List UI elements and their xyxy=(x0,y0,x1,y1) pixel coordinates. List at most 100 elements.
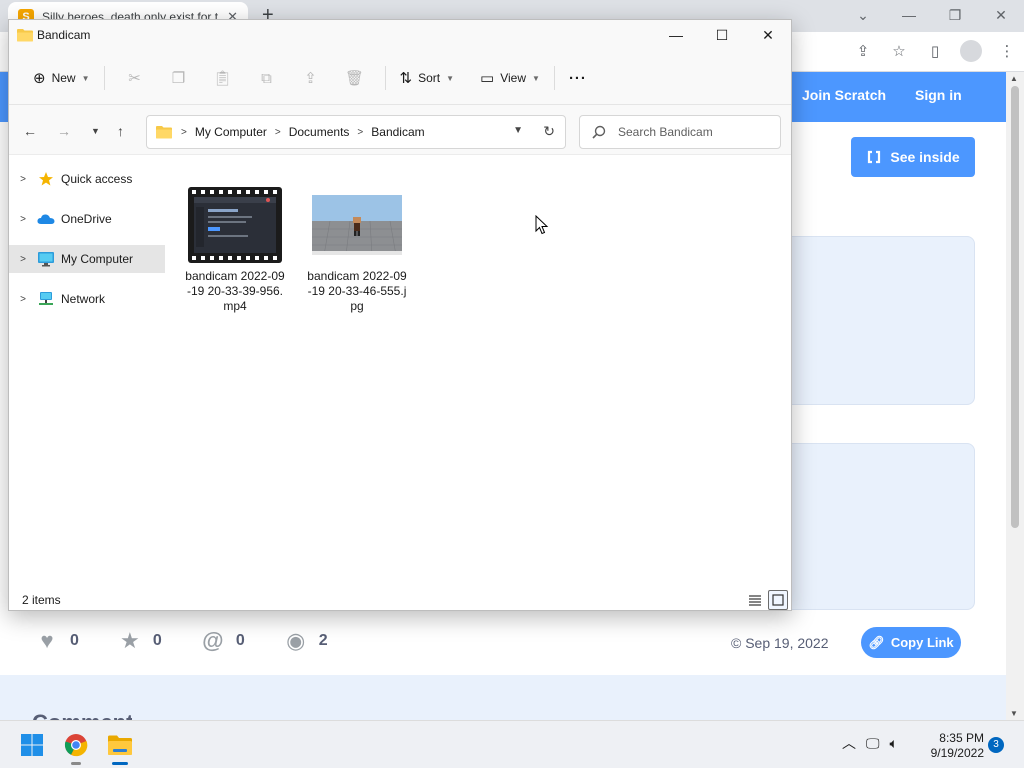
expand-chevron-icon[interactable]: > xyxy=(9,214,37,225)
folder-icon xyxy=(156,126,172,139)
share-icon: ⇪ xyxy=(304,70,317,87)
favorite-stat[interactable]: ★ 0 xyxy=(119,628,162,653)
view-button[interactable]: ▭ View ▼ xyxy=(474,62,546,94)
sort-label: Sort xyxy=(418,71,441,85)
search-input[interactable]: Search Bandicam xyxy=(579,115,781,149)
file-name: bandicam 2022-09-19 20-33-39-956.mp4 xyxy=(185,269,285,313)
browser-minimize-button[interactable]: — xyxy=(886,0,932,30)
new-button[interactable]: ⊕ New ▼ xyxy=(27,62,96,94)
active-indicator xyxy=(112,762,128,765)
browser-restore-button[interactable]: ❐ xyxy=(932,0,978,30)
heart-icon: ♥ xyxy=(40,628,54,653)
bookmark-star-icon[interactable]: ☆ xyxy=(888,40,910,62)
nav-item-my-computer[interactable]: > My Computer xyxy=(9,245,165,273)
notification-badge[interactable]: 3 xyxy=(988,737,1004,753)
image-thumbnail xyxy=(312,195,402,256)
system-clock[interactable]: 8:35 PM 9/19/2022 xyxy=(920,731,984,761)
start-button[interactable] xyxy=(16,729,48,761)
ellipsis-icon: ··· xyxy=(568,69,587,87)
clock-date: 9/19/2022 xyxy=(930,746,984,760)
share-icon[interactable]: ⇪ xyxy=(852,40,874,62)
page-scrollbar[interactable]: ▲ ▼ xyxy=(1006,72,1024,720)
scroll-up-arrow-icon[interactable]: ▲ xyxy=(1010,74,1018,83)
breadcrumb-my-computer[interactable]: My Computer xyxy=(195,125,267,139)
sort-button[interactable]: ⇅ Sort ▼ xyxy=(394,62,461,94)
copy-button[interactable]: ❐ xyxy=(157,62,201,94)
cut-button[interactable]: ✂ xyxy=(113,62,157,94)
windows-logo-icon xyxy=(21,734,43,756)
tab-search-icon[interactable]: ⌄ xyxy=(840,0,886,30)
breadcrumb-separator-icon[interactable]: > xyxy=(357,127,363,138)
profile-avatar[interactable] xyxy=(960,40,982,62)
browser-window-controls: ⌄ — ❐ ✕ xyxy=(840,0,1024,30)
forward-arrow-icon[interactable]: → xyxy=(57,123,71,139)
share-button[interactable]: ⇪ xyxy=(289,62,333,94)
up-arrow-icon[interactable]: ↑ xyxy=(117,123,124,139)
back-arrow-icon[interactable]: ← xyxy=(23,123,37,139)
taskbar-chrome-button[interactable] xyxy=(60,729,92,765)
search-icon xyxy=(592,125,606,139)
clipboard-icon: 📋︎ xyxy=(212,70,233,87)
volume-icon[interactable]: 🔈︎ xyxy=(890,735,898,752)
rename-button[interactable]: ⧉ xyxy=(245,62,289,94)
recent-locations-chevron-icon[interactable]: ▼ xyxy=(91,126,100,136)
remix-icon: @ xyxy=(202,628,224,653)
side-panel-icon[interactable]: ▯ xyxy=(924,40,946,62)
file-explorer-window: Bandicam — ☐ ✕ ⊕ New ▼ ✂ ❐ 📋︎ ⧉ ⇪ 🗑︎ ⇅ S… xyxy=(8,19,792,611)
scroll-down-arrow-icon[interactable]: ▼ xyxy=(1010,709,1018,718)
more-options-button[interactable]: ··· xyxy=(563,62,593,94)
file-name: bandicam 2022-09-19 20-33-46-555.jpg xyxy=(307,269,407,313)
status-bar: 2 items xyxy=(9,590,791,610)
breadcrumb-documents[interactable]: Documents xyxy=(289,125,350,139)
breadcrumb-separator-icon[interactable]: > xyxy=(275,127,281,138)
explorer-close-button[interactable]: ✕ xyxy=(745,20,791,50)
paste-button[interactable]: 📋︎ xyxy=(201,62,245,94)
scrollbar-thumb[interactable] xyxy=(1011,86,1019,528)
join-scratch-link[interactable]: Join Scratch xyxy=(802,87,886,103)
new-label: New xyxy=(51,71,76,85)
nav-item-network[interactable]: > Network xyxy=(9,285,165,313)
network-status-icon[interactable]: 🖵︎ xyxy=(866,735,880,752)
expand-chevron-icon[interactable]: > xyxy=(9,254,37,265)
notes-panel xyxy=(780,443,975,610)
delete-button[interactable]: 🗑︎ xyxy=(333,62,377,94)
chrome-icon xyxy=(64,734,88,757)
file-item-video[interactable]: bandicam 2022-09-19 20-33-39-956.mp4 xyxy=(185,187,285,314)
see-inside-button[interactable]: See inside xyxy=(851,137,975,177)
sign-in-link[interactable]: Sign in xyxy=(915,87,962,103)
expand-chevron-icon[interactable]: > xyxy=(9,174,37,185)
explorer-title-bar[interactable]: Bandicam — ☐ ✕ xyxy=(9,20,791,50)
details-view-icon xyxy=(749,595,761,606)
large-icons-view-button[interactable] xyxy=(768,590,788,610)
taskbar: ︿ 🖵︎ 🔈︎ 8:35 PM 9/19/2022 3 xyxy=(0,720,1024,768)
address-history-chevron-icon[interactable]: ▼ xyxy=(513,125,523,136)
comments-heading-clipped: Comments xyxy=(32,712,132,720)
show-hidden-icons-chevron-icon[interactable]: ︿ xyxy=(842,733,856,753)
browser-menu-icon[interactable]: ⋮ xyxy=(996,40,1018,62)
refresh-icon[interactable]: ↻ xyxy=(543,123,555,140)
love-stat[interactable]: ♥ 0 xyxy=(36,628,78,653)
nav-label: Network xyxy=(61,292,106,306)
breadcrumb-separator-icon[interactable]: > xyxy=(181,127,187,138)
address-bar[interactable]: > My Computer > Documents > Bandicam ▼ ↻ xyxy=(146,115,566,149)
details-view-button[interactable] xyxy=(745,590,765,610)
explorer-maximize-button[interactable]: ☐ xyxy=(699,20,745,50)
explorer-minimize-button[interactable]: — xyxy=(653,20,699,50)
browser-close-button[interactable]: ✕ xyxy=(978,0,1024,30)
breadcrumb-bandicam[interactable]: Bandicam xyxy=(371,125,424,139)
command-divider xyxy=(553,66,555,90)
copy-link-button[interactable]: 🔗︎ Copy Link xyxy=(861,627,961,658)
file-explorer-icon xyxy=(108,735,132,755)
nav-item-quick-access[interactable]: > Quick access xyxy=(9,165,165,193)
views-count: 2 xyxy=(318,632,328,649)
computer-icon xyxy=(37,251,55,267)
taskbar-explorer-button[interactable] xyxy=(104,729,136,765)
copy-icon: ❐ xyxy=(171,70,186,87)
expand-chevron-icon[interactable]: > xyxy=(9,294,37,305)
nav-item-onedrive[interactable]: > OneDrive xyxy=(9,205,165,233)
view-label: View xyxy=(500,71,527,85)
eye-icon: ◉ xyxy=(286,628,306,653)
file-item-image[interactable]: bandicam 2022-09-19 20-33-46-555.jpg xyxy=(307,187,407,314)
command-bar: ⊕ New ▼ ✂ ❐ 📋︎ ⧉ ⇪ 🗑︎ ⇅ Sort ▼ ▭ View ▼ … xyxy=(9,56,791,100)
mouse-cursor-icon xyxy=(535,215,549,235)
